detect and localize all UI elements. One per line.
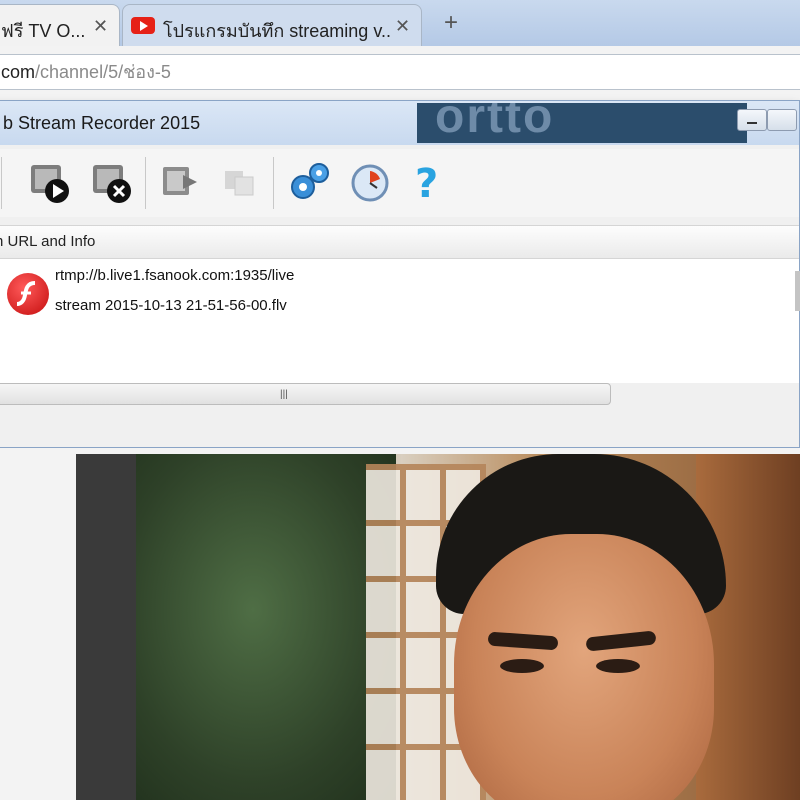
video-background-pillar [696,454,800,800]
scrollbar-grip-icon: ||| [280,389,288,400]
video-person-eye [500,659,544,673]
minimize-button[interactable] [737,109,767,131]
new-tab-button[interactable]: + [436,8,466,38]
recorder-toolbar: ? [0,149,799,217]
stream-filename: stream 2015-10-13 21-51-56-00.flv [55,297,287,314]
column-header-label: n URL and Info [0,233,96,250]
maximize-button[interactable] [767,109,797,131]
vertical-scrollbar[interactable] [795,271,800,311]
record-stop-icon[interactable] [89,159,135,205]
video-player-area [0,448,800,800]
banner-logo: ortto [435,103,555,143]
stream-list: rtmp://b.live1.fsanook.com:1935/live str… [0,259,800,383]
window-title-bar[interactable]: b Stream Recorder 2015 ortto [0,101,799,145]
window-title: b Stream Recorder 2015 [3,113,201,133]
stream-recorder-window: b Stream Recorder 2015 ortto ? n URL and… [0,100,800,448]
close-icon[interactable]: ✕ [395,16,410,37]
video-letterbox [76,454,136,800]
toolbar-separator [145,157,146,209]
svg-text:?: ? [415,161,438,205]
browser-tab-strip: ฟรี TV O... ✕ โปรแกรมบันทึก streaming v.… [0,0,800,46]
video-person-eye [596,659,640,673]
toolbar-separator [1,157,2,209]
gears-icon[interactable] [287,159,333,205]
background-banner: ortto [417,103,747,143]
address-bar: com/channel/5/ช่อง-5 [0,46,800,101]
flash-icon [7,273,49,315]
youtube-icon [131,17,155,34]
horizontal-scrollbar[interactable]: ||| [0,383,611,405]
tab-streaming-recorder[interactable]: โปรแกรมบันทึก streaming v... ✕ [122,4,422,46]
clock-icon[interactable] [347,159,393,205]
tab-free-tv[interactable]: ฟรี TV O... ✕ [0,4,120,46]
url-host: com [1,62,36,82]
copy-icon[interactable] [217,159,263,205]
record-play-icon[interactable] [27,159,73,205]
list-column-header[interactable]: n URL and Info [0,225,799,259]
close-icon[interactable]: ✕ [93,16,108,37]
question-mark-icon[interactable]: ? [403,159,449,205]
export-icon[interactable] [157,159,203,205]
video-background-tree [136,454,396,800]
video-person-face [454,534,714,800]
url-path: /channel/5/ช่อง-5 [35,62,171,82]
stream-url: rtmp://b.live1.fsanook.com:1935/live [55,267,295,284]
tab-title: โปรแกรมบันทึก streaming v... [163,21,391,41]
url-field[interactable]: com/channel/5/ช่อง-5 [0,54,800,90]
tab-title: ฟรี TV O... [1,21,86,41]
video-frame[interactable] [136,454,800,800]
toolbar-separator [273,157,274,209]
